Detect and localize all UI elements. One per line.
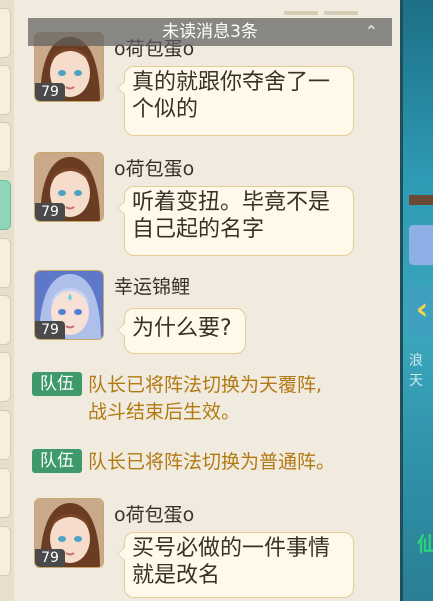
rail-tab-10[interactable] [0,526,11,576]
scene-label: 仙 [417,528,433,557]
message-text-line: 个似的 [132,97,199,122]
level-badge: 79 [35,83,65,101]
bubble-tail [117,323,125,337]
sender-name[interactable]: 幸运锦鲤 [114,272,190,299]
level-badge: 79 [35,203,65,221]
level-badge: 79 [35,321,65,339]
game-scene-strip: ‹ 浪天 仙 [400,0,433,601]
team-channel-badge[interactable]: 队伍 [32,372,82,396]
chat-message: 79 o荷包蛋o 听着变扭。毕竟不是 自己起的名字 [34,152,374,262]
message-text-line: 买号必做的一件事情 [132,536,331,561]
left-tab-rail [0,0,15,601]
level-badge: 79 [35,549,65,567]
top-tab-stubs [284,0,394,15]
rail-tab-active[interactable] [0,180,11,230]
avatar[interactable]: 79 [34,270,104,340]
avatar[interactable]: 79 [34,498,104,568]
bubble-tail [117,201,125,215]
scene-object [409,225,433,265]
unread-messages-banner[interactable]: 未读消息3条 ⌃ [28,18,392,46]
rail-tab-1[interactable] [0,8,11,58]
scene-label: 浪天 [409,353,423,389]
message-text-line: 就是改名 [132,563,221,588]
chat-message: 79 o荷包蛋o 真的就跟你夺舍了一 个似的 [34,32,374,142]
rail-tab-8[interactable] [0,410,11,460]
chat-message: 79 o荷包蛋o 买号必做的一件事情 就是改名 [34,498,374,601]
message-text-line: 为什么要? [132,316,232,341]
system-message-text: 队长已将阵法切换为普通阵。 [88,451,336,473]
rail-tab-7[interactable] [0,352,11,402]
expand-panel-arrow-icon[interactable]: ‹ [407,285,433,335]
rail-tab-9[interactable] [0,468,11,518]
unread-count-text: 未读消息3条 [162,22,258,42]
bubble-tail [117,547,125,561]
bubble-tail [117,81,125,95]
sender-name[interactable]: o荷包蛋o [114,154,194,181]
rail-tab-5[interactable] [0,238,11,288]
rail-tab-2[interactable] [0,65,11,115]
message-text-line: 真的就跟你夺舍了一 [132,70,331,95]
chevron-up-icon[interactable]: ⌃ [365,18,378,46]
message-bubble[interactable]: 听着变扭。毕竟不是 自己起的名字 [117,186,354,256]
message-bubble[interactable]: 为什么要? [117,308,246,354]
system-message: 队伍 队长已将阵法切换为天覆阵, 战斗结束后生效。 [32,372,322,426]
rail-tab-6[interactable] [0,295,11,345]
team-channel-badge[interactable]: 队伍 [32,449,82,473]
message-bubble[interactable]: 买号必做的一件事情 就是改名 [117,532,354,598]
system-message: 队伍 队长已将阵法切换为普通阵。 [32,449,335,476]
system-message-text: 战斗结束后生效。 [88,401,241,423]
message-bubble[interactable]: 真的就跟你夺舍了一 个似的 [117,66,354,136]
rail-tab-3[interactable] [0,122,11,172]
chat-message: 79 幸运锦鲤 为什么要? [34,270,374,358]
avatar[interactable]: 79 [34,152,104,222]
sender-name[interactable]: o荷包蛋o [114,500,194,527]
message-text-line: 自己起的名字 [132,217,265,242]
system-message-text: 队长已将阵法切换为天覆阵, [88,374,323,396]
scene-object [409,195,433,205]
message-text-line: 听着变扭。毕竟不是 [132,190,331,215]
